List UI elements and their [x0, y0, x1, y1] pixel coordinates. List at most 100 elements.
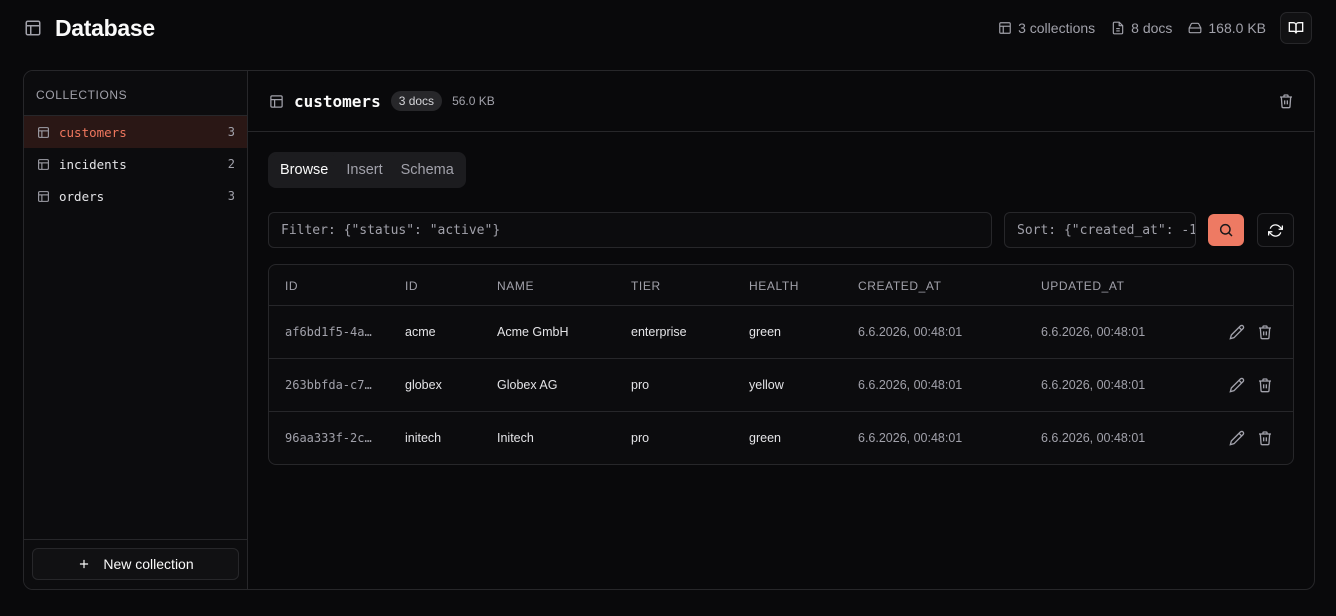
sidebar-item-count: 3: [227, 125, 235, 139]
size-stat: 168.0 KB: [1188, 20, 1266, 36]
table-icon: [38, 190, 49, 202]
cell-health: green: [749, 431, 781, 445]
cell-tier: pro: [631, 431, 650, 445]
cell-doc-id: af6bd1f5-4a…: [285, 325, 372, 339]
refresh-icon: [1268, 223, 1283, 237]
docs-stat: 8 docs: [1111, 20, 1172, 36]
trash-icon: [1280, 94, 1292, 109]
row-actions: [1229, 377, 1273, 393]
edit-row-button[interactable]: [1229, 430, 1245, 446]
new-collection-label: New collection: [103, 556, 194, 572]
new-collection-button[interactable]: New collection: [32, 548, 239, 580]
collection-header: customers 3 docs 56.0 KB: [248, 71, 1314, 132]
cell-doc-id: 96aa333f-2c…: [285, 431, 372, 445]
trash-icon: [1259, 325, 1271, 340]
collection-tabs: Browse Insert Schema: [268, 152, 466, 188]
column-header: ID: [285, 279, 299, 293]
collections-stat: 3 collections: [998, 20, 1095, 36]
sidebar-item-label: orders: [59, 188, 105, 204]
sidebar-item-label: customers: [59, 124, 127, 140]
sidebar-item-count: 3: [227, 189, 235, 203]
docs-badge: 3 docs: [390, 91, 443, 111]
plus-icon: [80, 559, 89, 569]
sort-input[interactable]: Sort: {"created_at": -1}: [1004, 212, 1196, 248]
cell-doc-id: 263bbfda-c7…: [285, 378, 372, 392]
app-header: Database 3 collections 8 docs 168.0 KB: [24, 12, 1312, 44]
search-icon: [1219, 223, 1233, 237]
collection-content: customers 3 docs 56.0 KB Browse Insert S…: [248, 71, 1314, 589]
edit-row-button[interactable]: [1229, 324, 1245, 340]
cell-id: globex: [405, 378, 442, 392]
hard-drive-icon: [1188, 22, 1202, 34]
collections-sidebar: COLLECTIONS customers 3 incidents 2 orde…: [24, 71, 248, 589]
cell-id: acme: [405, 325, 436, 339]
collections-count: 3 collections: [1018, 20, 1096, 36]
delete-row-button[interactable]: [1257, 377, 1273, 393]
pencil-icon: [1229, 324, 1245, 340]
delete-row-button[interactable]: [1257, 324, 1273, 340]
sidebar-footer: New collection: [24, 539, 247, 589]
tab-schema[interactable]: Schema: [392, 155, 463, 185]
column-header: HEALTH: [749, 279, 800, 293]
pencil-icon: [1229, 377, 1245, 393]
edit-row-button[interactable]: [1229, 377, 1245, 393]
collection-name: customers: [294, 91, 381, 111]
table-icon: [269, 94, 284, 109]
column-header: TIER: [631, 279, 661, 293]
filter-input[interactable]: Filter: {"status": "active"}: [268, 212, 992, 248]
total-size: 168.0 KB: [1208, 20, 1266, 36]
cell-updated-at: 6.6.2026, 00:48:01: [1041, 325, 1146, 339]
cell-id: initech: [405, 431, 442, 445]
docs-button[interactable]: [1280, 12, 1312, 44]
cell-name: Globex AG: [497, 378, 558, 392]
table-row[interactable]: 263bbfda-c7… globex Globex AG pro yellow…: [269, 359, 1293, 412]
trash-icon: [1259, 378, 1271, 393]
collection-size: 56.0 KB: [452, 94, 495, 108]
sidebar-item-label: incidents: [59, 156, 127, 172]
file-icon: [1112, 21, 1124, 35]
cell-updated-at: 6.6.2026, 00:48:01: [1041, 378, 1146, 392]
collections-list: customers 3 incidents 2 orders 3: [24, 116, 247, 212]
search-button[interactable]: [1208, 214, 1244, 246]
cell-health: green: [749, 325, 781, 339]
pencil-icon: [1229, 430, 1245, 446]
delete-row-button[interactable]: [1257, 430, 1273, 446]
table-header: ID ID NAME TIER HEALTH CREATED_AT UPDATE…: [269, 265, 1293, 306]
tab-insert[interactable]: Insert: [337, 155, 391, 185]
cell-name: Initech: [497, 431, 534, 445]
row-actions: [1229, 324, 1273, 340]
docs-count: 8 docs: [1131, 20, 1173, 36]
column-header: CREATED_AT: [858, 279, 942, 293]
cell-updated-at: 6.6.2026, 00:48:01: [1041, 431, 1146, 445]
column-header: ID: [405, 279, 419, 293]
trash-icon: [1259, 431, 1271, 446]
table-row[interactable]: af6bd1f5-4a… acme Acme GmbH enterprise g…: [269, 306, 1293, 359]
cell-tier: pro: [631, 378, 650, 392]
table-icon: [38, 126, 49, 138]
table-icon: [24, 19, 42, 37]
documents-table: ID ID NAME TIER HEALTH CREATED_AT UPDATE…: [268, 264, 1294, 465]
sidebar-item-orders[interactable]: orders 3: [24, 180, 247, 212]
sidebar-item-count: 2: [227, 157, 235, 171]
cell-health: yellow: [749, 378, 784, 392]
refresh-button[interactable]: [1257, 213, 1294, 247]
sidebar-heading: COLLECTIONS: [24, 71, 247, 116]
table-icon: [999, 22, 1011, 34]
cell-created-at: 6.6.2026, 00:48:01: [858, 431, 963, 445]
cell-created-at: 6.6.2026, 00:48:01: [858, 325, 963, 339]
cell-tier: enterprise: [631, 325, 687, 339]
page-title: Database: [55, 14, 155, 41]
row-actions: [1229, 430, 1273, 446]
table-row[interactable]: 96aa333f-2c… initech Initech pro green 6…: [269, 412, 1293, 464]
database-panel: COLLECTIONS customers 3 incidents 2 orde…: [23, 70, 1315, 590]
tab-browse[interactable]: Browse: [271, 155, 338, 185]
header-stats: 3 collections 8 docs 168.0 KB: [982, 12, 1312, 44]
column-header: NAME: [497, 279, 535, 293]
column-header: UPDATED_AT: [1041, 279, 1125, 293]
sidebar-item-customers[interactable]: customers 3: [24, 116, 247, 148]
cell-created-at: 6.6.2026, 00:48:01: [858, 378, 963, 392]
sidebar-item-incidents[interactable]: incidents 2: [24, 148, 247, 180]
cell-name: Acme GmbH: [497, 325, 569, 339]
book-open-icon: [1288, 22, 1304, 34]
delete-collection-button[interactable]: [1278, 93, 1294, 109]
